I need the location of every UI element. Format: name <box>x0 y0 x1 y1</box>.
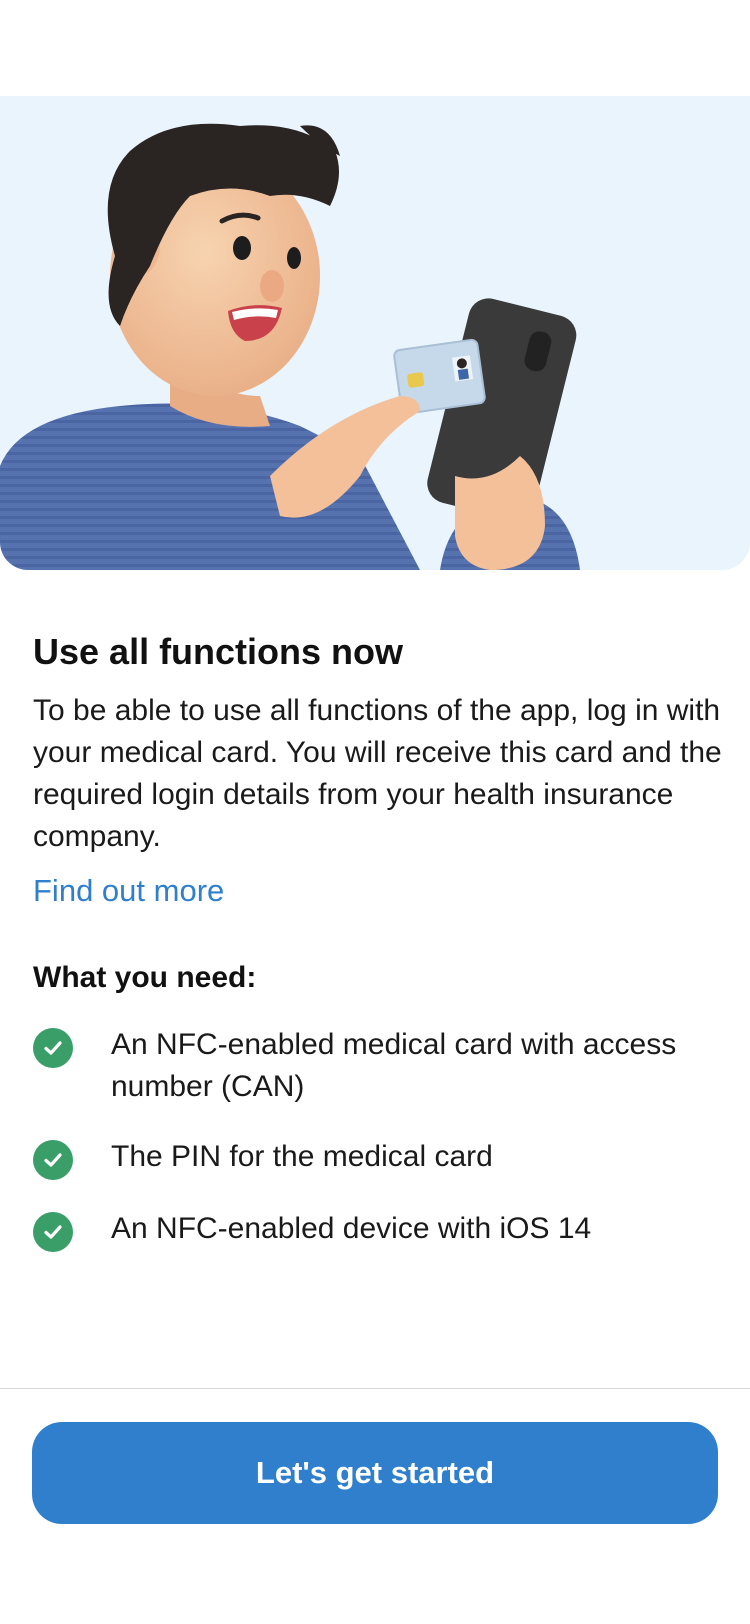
requirement-text: An NFC-enabled device with iOS 14 <box>111 1212 592 1245</box>
requirement-text: The PIN for the medical card <box>111 1140 493 1173</box>
requirements-list: An NFC-enabled medical card with access … <box>33 1024 723 1252</box>
requirement-text: An NFC-enabled medical card with access … <box>111 1028 677 1103</box>
requirements-heading: What you need: <box>33 961 257 994</box>
hero-illustration <box>0 96 750 570</box>
footer-divider <box>0 1388 750 1389</box>
find-out-more-link[interactable]: Find out more <box>33 870 224 912</box>
requirement-item: An NFC-enabled device with iOS 14 <box>33 1208 723 1252</box>
onboarding-content: Use all functions now To be able to use … <box>33 630 723 1280</box>
onboarding-screen: Use all functions now To be able to use … <box>0 0 750 1624</box>
check-circle-icon <box>33 1212 73 1252</box>
intro-text: To be able to use all functions of the a… <box>33 694 722 853</box>
check-circle-icon <box>33 1140 73 1180</box>
requirement-item: An NFC-enabled medical card with access … <box>33 1024 723 1108</box>
check-circle-icon <box>33 1028 73 1068</box>
requirement-item: The PIN for the medical card <box>33 1136 723 1180</box>
page-title: Use all functions now <box>33 631 404 672</box>
person-with-card-illustration <box>0 123 580 570</box>
get-started-button[interactable]: Let's get started <box>32 1422 718 1524</box>
